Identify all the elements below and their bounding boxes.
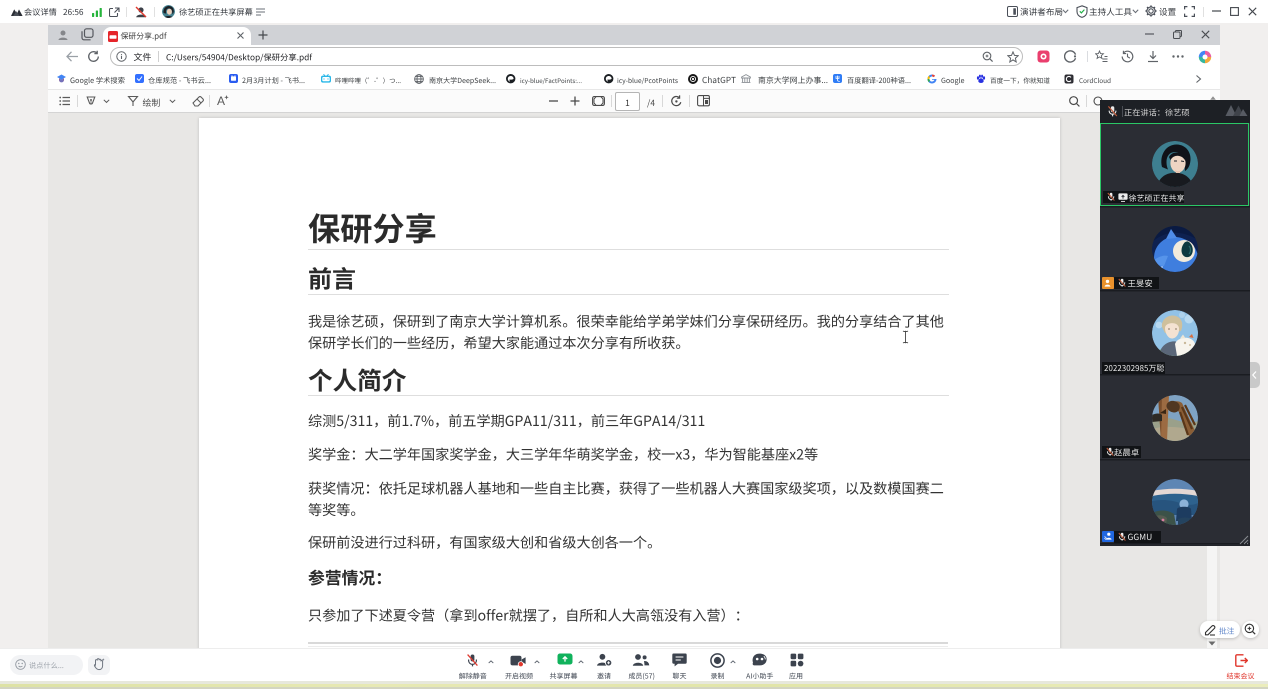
svg-text:A: A: [217, 94, 225, 107]
